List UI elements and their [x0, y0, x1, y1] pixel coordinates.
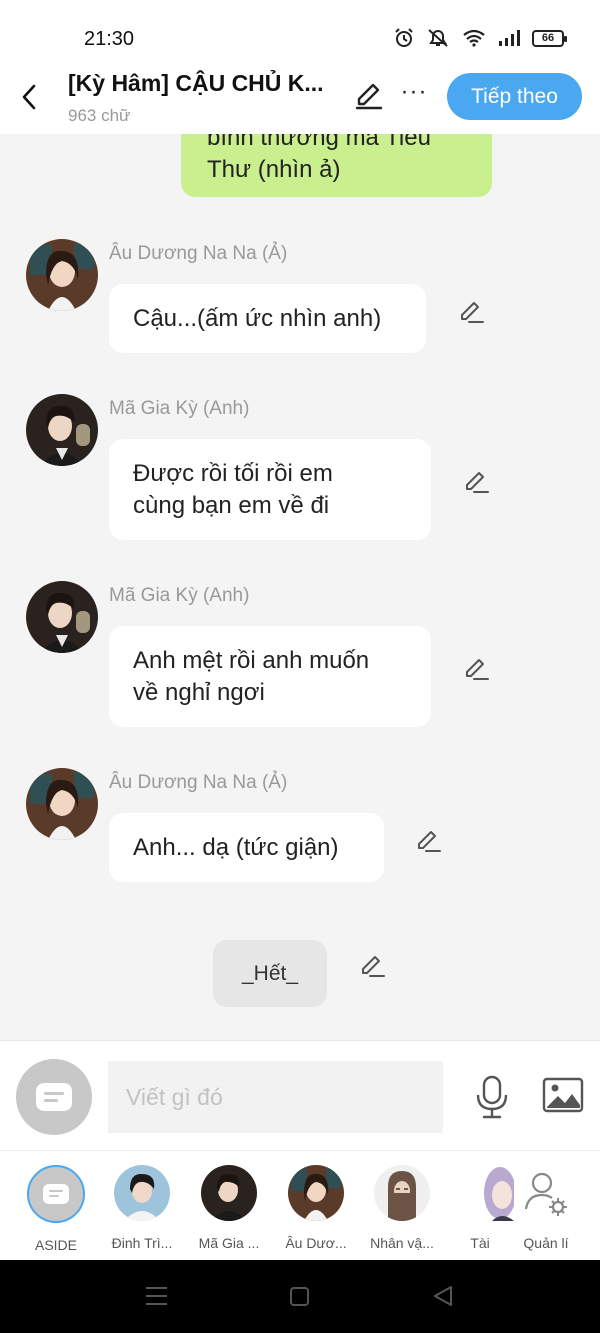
pencil-icon: [362, 956, 385, 977]
message-text: cùng bạn em về đi: [133, 491, 330, 519]
pencil-icon: [466, 472, 489, 493]
character-item[interactable]: Tài: [444, 1165, 516, 1251]
avatar[interactable]: [26, 239, 98, 311]
message-text: Thư (nhìn ả): [207, 156, 341, 183]
message-input[interactable]: [108, 1061, 443, 1133]
more-icon: ···: [400, 78, 428, 105]
alarm-icon: [395, 28, 413, 47]
character-label: Quản lí: [523, 1235, 569, 1251]
voice-button[interactable]: [474, 1075, 510, 1119]
manage-avatar: [518, 1165, 574, 1221]
chat-icon: [36, 1083, 72, 1111]
edit-title-button[interactable]: [353, 80, 385, 112]
recent-apps-button[interactable]: [146, 1287, 167, 1305]
end-marker-text: _Hết_: [241, 961, 299, 985]
system-back-button[interactable]: [432, 1285, 454, 1307]
avatar[interactable]: [26, 394, 98, 466]
status-icons: 66: [394, 28, 567, 48]
avatar: [374, 1165, 430, 1221]
image-icon: [542, 1077, 584, 1113]
aside-button[interactable]: [16, 1059, 92, 1135]
character-aside[interactable]: ASIDE: [20, 1165, 92, 1253]
character-label: ASIDE: [34, 1237, 77, 1253]
edit-message-button[interactable]: [414, 827, 442, 855]
message-bubble: Cậu...(ấm ức nhìn anh): [109, 284, 426, 353]
more-button[interactable]: ···: [400, 80, 428, 112]
character-item[interactable]: Mã Gia ...: [193, 1165, 265, 1251]
message-text: Cậu...(ấm ức nhìn anh): [133, 304, 382, 332]
user-settings-icon: [524, 1172, 567, 1216]
character-item[interactable]: Nhân vậ...: [366, 1165, 438, 1251]
word-count: 963 chữ: [68, 106, 131, 125]
back-triangle-icon: [434, 1286, 452, 1306]
end-marker-bubble: _Hết_: [213, 940, 327, 1007]
message-bubble: Anh... dạ (tức giận): [109, 813, 384, 882]
edit-message-button[interactable]: [462, 468, 490, 496]
message-text: Được rồi tối rồi em: [133, 459, 333, 487]
avatar: [201, 1165, 257, 1221]
avatar[interactable]: [26, 768, 98, 840]
avatar: [458, 1165, 514, 1221]
mic-icon: [476, 1075, 508, 1119]
message-text: bình thường mà Tiểu: [207, 134, 431, 151]
home-button[interactable]: [290, 1287, 309, 1306]
character-label: Đinh Trì...: [111, 1235, 173, 1251]
chat-area[interactable]: bình thường mà Tiểu Thư (nhìn ả) Âu Dươn…: [0, 134, 600, 1040]
battery-icon: 66: [532, 29, 567, 47]
sender-name: Âu Dương Na Na (Ả): [109, 772, 288, 793]
pencil-icon: [355, 83, 383, 110]
avatar: [114, 1165, 170, 1221]
character-item[interactable]: Âu Dươ...: [280, 1165, 352, 1251]
signal-icon: [499, 30, 520, 46]
back-arrow-icon: [22, 84, 36, 110]
status-time: 21:30: [84, 28, 135, 50]
chat-icon: [43, 1184, 69, 1204]
edit-message-button[interactable]: [457, 298, 485, 326]
pencil-icon: [466, 659, 489, 680]
pencil-icon: [461, 302, 484, 323]
image-button[interactable]: [542, 1077, 584, 1113]
system-nav-bar: [0, 1260, 600, 1333]
message-text: Anh mệt rồi anh muốn: [133, 646, 370, 674]
edit-end-marker-button[interactable]: [358, 952, 386, 980]
message-text: về nghỉ ngơi: [133, 678, 265, 706]
character-bar: ASIDE Đinh Trì... Mã Gia ... Âu Dươ... N…: [0, 1150, 600, 1260]
wifi-icon: [463, 29, 485, 47]
message-bubble: Anh mệt rồi anh muốn về nghỉ ngơi: [109, 626, 431, 727]
manage-characters-button[interactable]: Quản lí: [510, 1165, 582, 1251]
character-label: Tài: [470, 1235, 490, 1251]
next-button[interactable]: Tiếp theo: [447, 73, 582, 120]
character-label: Mã Gia ...: [198, 1235, 260, 1251]
pencil-icon: [418, 831, 441, 852]
back-button[interactable]: [14, 82, 44, 112]
message-bubble-right: bình thường mà Tiểu Thư (nhìn ả): [181, 134, 492, 197]
character-label: Nhân vậ...: [370, 1235, 434, 1251]
character-item[interactable]: Đinh Trì...: [106, 1165, 178, 1251]
story-title: [Kỳ Hâm] CẬU CHỦ K...: [68, 70, 324, 96]
status-bar: 21:30 66: [0, 0, 600, 60]
character-label: Âu Dươ...: [285, 1235, 347, 1251]
sender-name: Mã Gia Kỳ (Anh): [109, 585, 250, 606]
input-bar: [0, 1040, 600, 1150]
avatar[interactable]: [26, 581, 98, 653]
sender-name: Mã Gia Kỳ (Anh): [109, 398, 250, 419]
message-text: Anh... dạ (tức giận): [133, 833, 339, 861]
sender-name: Âu Dương Na Na (Ả): [109, 243, 288, 264]
avatar: [288, 1165, 344, 1221]
mute-bell-icon: [428, 29, 448, 47]
message-bubble: Được rồi tối rồi em cùng bạn em về đi: [109, 439, 431, 540]
aside-avatar: [27, 1165, 85, 1223]
header: [Kỳ Hâm] CẬU CHỦ K... 963 chữ ··· Tiếp t…: [0, 60, 600, 134]
edit-message-button[interactable]: [462, 655, 490, 683]
